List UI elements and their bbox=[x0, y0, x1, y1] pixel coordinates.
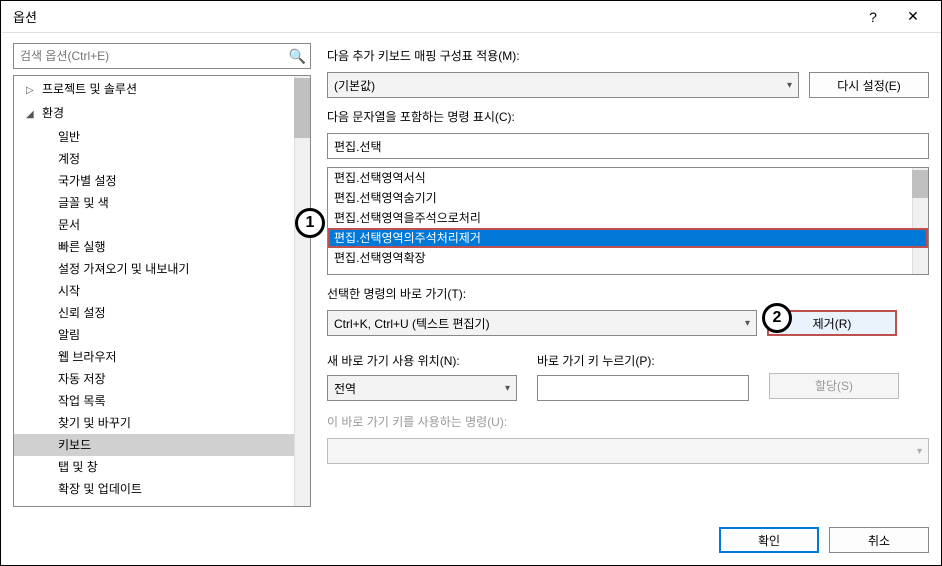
shortcut-location-value: 전역 bbox=[334, 380, 356, 397]
tree-item-label: 찾기 및 바꾸기 bbox=[58, 416, 131, 430]
tree-item-label: 확장 및 업데이트 bbox=[58, 482, 142, 496]
chevron-down-icon: ▾ bbox=[787, 80, 792, 91]
tree-item[interactable]: 문서 bbox=[14, 214, 310, 236]
tree-item[interactable]: 탭 및 창 bbox=[14, 456, 310, 478]
tree-item[interactable]: 빠른 실행 bbox=[14, 236, 310, 258]
press-keys-input-wrap[interactable] bbox=[537, 375, 749, 401]
tree-item-label: 신뢰 설정 bbox=[58, 306, 106, 320]
tree-item[interactable]: 신뢰 설정 bbox=[14, 302, 310, 324]
tree-scrollbar[interactable] bbox=[294, 76, 310, 506]
tree-item-label: 문서 bbox=[58, 218, 80, 232]
tree-item[interactable]: 찾기 및 바꾸기 bbox=[14, 412, 310, 434]
tree-item[interactable]: 작업 목록 bbox=[14, 390, 310, 412]
chevron-down-icon: ▾ bbox=[917, 446, 922, 457]
search-input-wrap[interactable]: 🔍 bbox=[13, 43, 311, 69]
tree-item[interactable]: ◢환경 bbox=[14, 102, 310, 126]
mapping-combo[interactable]: (기본값) ▾ bbox=[327, 72, 799, 98]
help-button[interactable]: ? bbox=[853, 3, 893, 31]
dialog-footer: 확인 취소 bbox=[1, 517, 941, 565]
tree-item-label: 작업 목록 bbox=[58, 394, 106, 408]
commands-scrollbar[interactable] bbox=[912, 168, 928, 274]
selected-shortcut-value: Ctrl+K, Ctrl+U (텍스트 편집기) bbox=[334, 315, 490, 332]
press-keys-input[interactable] bbox=[544, 381, 742, 395]
tree-item[interactable]: 확장 및 업데이트 bbox=[14, 478, 310, 500]
tree-item[interactable]: 글꼴 및 색 bbox=[14, 192, 310, 214]
tree-item-label: 글꼴 및 색 bbox=[58, 196, 109, 210]
shortcut-location-combo[interactable]: 전역 ▾ bbox=[327, 375, 517, 401]
tree-item-label: 웹 브라우저 bbox=[58, 350, 117, 364]
tree-item[interactable]: 일반 bbox=[14, 126, 310, 148]
chevron-down-icon: ▾ bbox=[505, 383, 510, 394]
used-by-label: 이 바로 가기 키를 사용하는 명령(U): bbox=[327, 413, 929, 430]
selected-shortcut-combo[interactable]: Ctrl+K, Ctrl+U (텍스트 편집기) ▾ bbox=[327, 310, 757, 336]
close-button[interactable]: ✕ bbox=[893, 3, 933, 31]
tree-item-label: 알림 bbox=[58, 328, 80, 342]
tree-item-label: 계정 bbox=[58, 152, 80, 166]
tree-item-label: 시작 bbox=[58, 284, 80, 298]
tree-item-label: 설정 가져오기 및 내보내기 bbox=[58, 262, 189, 276]
press-keys-label: 바로 가기 키 누르기(P): bbox=[537, 352, 749, 369]
commands-scroll-thumb[interactable] bbox=[912, 170, 928, 198]
mapping-value: (기본값) bbox=[334, 77, 375, 94]
commands-filter-label: 다음 문자열을 포함하는 명령 표시(C): bbox=[327, 108, 929, 125]
tree-item[interactable]: 키보드 bbox=[14, 434, 310, 456]
annotation-callout-2: 2 bbox=[762, 303, 792, 333]
tree-toggle-icon[interactable]: ▷ bbox=[26, 82, 42, 100]
tree-toggle-icon[interactable]: ◢ bbox=[26, 106, 42, 124]
command-item[interactable]: 편집.선택영역의주석처리제거 bbox=[328, 228, 928, 248]
tree-item[interactable]: 웹 브라우저 bbox=[14, 346, 310, 368]
tree-item[interactable]: 알림 bbox=[14, 324, 310, 346]
tree-item[interactable]: 설정 가져오기 및 내보내기 bbox=[14, 258, 310, 280]
commands-list[interactable]: 편집.선택영역서식편집.선택영역숨기기편집.선택영역을주석으로처리편집.선택영역… bbox=[327, 167, 929, 275]
chevron-down-icon: ▾ bbox=[745, 318, 750, 329]
cancel-button[interactable]: 취소 bbox=[829, 527, 929, 553]
tree-item[interactable]: ▷프로젝트 및 솔루션 bbox=[14, 78, 310, 102]
tree-item[interactable]: 국가별 설정 bbox=[14, 170, 310, 192]
command-item[interactable]: 편집.선택영역숨기기 bbox=[328, 188, 928, 208]
selected-shortcuts-label: 선택한 명령의 바로 가기(T): bbox=[327, 285, 929, 302]
assign-button: 할당(S) bbox=[769, 373, 899, 399]
tree-item-label: 프로젝트 및 솔루션 bbox=[42, 82, 137, 96]
commands-filter-input-wrap[interactable] bbox=[327, 133, 929, 159]
tree-item-label: 빠른 실행 bbox=[58, 240, 106, 254]
command-item[interactable]: 편집.선택영역서식 bbox=[328, 168, 928, 188]
tree-item-label: 일반 bbox=[58, 130, 80, 144]
use-in-label: 새 바로 가기 사용 위치(N): bbox=[327, 352, 517, 369]
annotation-callout-1: 1 bbox=[295, 208, 325, 238]
tree-item-label: 자동 저장 bbox=[58, 372, 106, 386]
tree-item[interactable]: 시작 bbox=[14, 280, 310, 302]
used-by-combo: ▾ bbox=[327, 438, 929, 464]
options-tree[interactable]: ▷프로젝트 및 솔루션◢환경일반계정국가별 설정글꼴 및 색문서빠른 실행설정 … bbox=[13, 75, 311, 507]
tree-scroll-thumb[interactable] bbox=[294, 78, 310, 138]
mapping-label: 다음 추가 키보드 매핑 구성표 적용(M): bbox=[327, 47, 929, 64]
command-item[interactable]: 편집.선택영역확장 bbox=[328, 248, 928, 268]
commands-filter-input[interactable] bbox=[334, 139, 922, 153]
tree-item-label: 탭 및 창 bbox=[58, 460, 98, 474]
tree-item[interactable]: 자동 저장 bbox=[14, 368, 310, 390]
titlebar: 옵션 ? ✕ bbox=[1, 1, 941, 33]
tree-item-label: 환경 bbox=[42, 106, 64, 120]
window-title: 옵션 bbox=[13, 7, 853, 26]
ok-button[interactable]: 확인 bbox=[719, 527, 819, 553]
command-item[interactable]: 편집.선택영역을주석으로처리 bbox=[328, 208, 928, 228]
search-icon: 🔍 bbox=[289, 48, 306, 65]
tree-item-label: 국가별 설정 bbox=[58, 174, 117, 188]
reset-button[interactable]: 다시 설정(E) bbox=[809, 72, 929, 98]
search-input[interactable] bbox=[20, 49, 289, 63]
tree-item[interactable]: 계정 bbox=[14, 148, 310, 170]
tree-item-label: 키보드 bbox=[58, 438, 91, 452]
